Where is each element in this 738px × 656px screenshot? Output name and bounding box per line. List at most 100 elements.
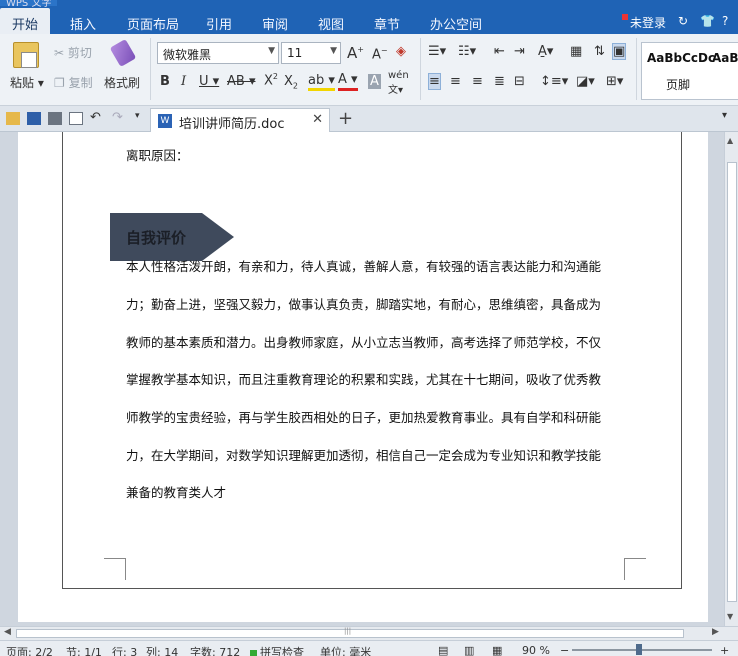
align-left-icon[interactable]: ≡ <box>428 73 441 90</box>
tab-home[interactable]: 开始 <box>0 8 51 34</box>
bullets-icon[interactable]: ☰▾ <box>428 44 446 59</box>
tab-view[interactable]: 视图 <box>318 14 344 33</box>
style-sample-footer[interactable]: AaBbCcDc <box>647 51 715 65</box>
sort-icon[interactable]: ⇅ <box>594 44 605 59</box>
vertical-scroll-thumb[interactable] <box>727 162 737 602</box>
login-status[interactable]: 未登录 <box>622 14 666 31</box>
font-color-icon[interactable]: A ▾ <box>338 72 358 91</box>
paste-button[interactable]: 粘贴 ▾ <box>10 74 44 91</box>
status-word-count[interactable]: 字数: 712 <box>190 644 240 656</box>
chevron-down-icon: ▼ <box>268 46 275 56</box>
zoom-in-icon[interactable]: + <box>720 644 729 656</box>
tab-insert[interactable]: 插入 <box>70 14 96 33</box>
clear-format-icon[interactable]: ◈ <box>396 44 406 59</box>
help-icon[interactable]: ? <box>722 14 728 28</box>
zoom-slider[interactable] <box>572 649 712 651</box>
strikethrough-icon[interactable]: AB ▾ <box>227 74 255 89</box>
font-size-select[interactable]: 11 ▼ <box>281 42 341 64</box>
new-tab-icon[interactable]: + <box>338 108 353 129</box>
format-painter-button[interactable]: 格式刷 <box>104 74 140 91</box>
bold-icon[interactable]: B <box>160 74 170 89</box>
app-title-badge[interactable]: WPS 文字 <box>0 0 58 9</box>
redo-icon[interactable]: ↷ <box>112 110 123 125</box>
format-painter-icon[interactable] <box>109 38 137 68</box>
line-spacing-icon[interactable]: ↕≡▾ <box>540 74 568 89</box>
scroll-right-icon[interactable]: ▶ <box>712 627 719 637</box>
zoom-slider-handle[interactable] <box>636 644 642 655</box>
shirt-icon[interactable]: 👕 <box>700 14 715 28</box>
table-icon[interactable]: ▦ <box>570 44 582 59</box>
paragraph-line: 兼备的教育类人才 <box>126 485 227 500</box>
status-bar: 页面: 2/2 节: 1/1 行: 3 列: 14 字数: 712 拼写检查 单… <box>0 640 738 656</box>
tab-review[interactable]: 审阅 <box>262 14 288 33</box>
status-page[interactable]: 页面: 2/2 <box>6 644 53 656</box>
underline-icon[interactable]: U ▾ <box>199 74 219 89</box>
horizontal-scrollbar[interactable]: ◀ ||| ▶ <box>0 626 738 640</box>
borders-icon[interactable]: ⊞▾ <box>606 74 623 89</box>
scroll-down-icon[interactable]: ▼ <box>727 612 733 621</box>
style-sample-next[interactable]: AaB <box>712 51 738 65</box>
distribute-icon[interactable]: ⊟ <box>514 74 525 89</box>
justify-icon[interactable]: ≣ <box>494 74 505 89</box>
shrink-font-icon[interactable]: A− <box>372 46 388 62</box>
ribbon: 粘贴 ▾ ✂ 剪切 ❐ 复制 格式刷 微软雅黑 ▼ 11 ▼ A+ A− ◈ B I… <box>0 34 738 106</box>
align-center-icon[interactable]: ≡ <box>450 74 461 89</box>
section-banner: 自我评价 <box>110 213 234 261</box>
tab-references[interactable]: 引用 <box>206 14 232 33</box>
read-view-icon[interactable]: ▥ <box>464 644 474 656</box>
vertical-scrollbar[interactable]: ▲ ▼ <box>724 132 738 626</box>
close-icon[interactable]: ✕ <box>312 112 323 127</box>
decrease-indent-icon[interactable]: ⇤ <box>494 44 505 59</box>
ribbon-separator <box>420 38 421 100</box>
grow-font-icon[interactable]: A+ <box>347 44 364 62</box>
status-column: 列: 14 <box>146 646 179 656</box>
print-icon[interactable] <box>48 112 62 125</box>
scroll-up-icon[interactable]: ▲ <box>727 136 733 145</box>
tab-office-space[interactable]: 办公空间 <box>430 14 482 33</box>
paragraph-line: 力，在大学期间，对数学知识理解更加透彻，相信自己一定会成为专业知识和教学技能 <box>126 448 602 463</box>
section-title: 自我评价 <box>126 229 187 247</box>
zoom-out-icon[interactable]: − <box>560 644 569 656</box>
show-marks-icon[interactable]: ▣ <box>612 43 627 60</box>
spell-check-icon <box>250 649 257 656</box>
cut-button[interactable]: ✂ 剪切 <box>54 44 92 61</box>
scroll-left-icon[interactable]: ◀ <box>4 627 11 637</box>
font-name-select[interactable]: 微软雅黑 ▼ <box>157 42 279 64</box>
tab-page-layout[interactable]: 页面布局 <box>127 14 179 33</box>
document-tab[interactable]: W 培训讲师简历.doc ✕ <box>150 108 330 132</box>
status-section: 节: 1/1 <box>66 646 102 656</box>
phonetic-guide-icon[interactable]: wén 文▾ <box>388 70 409 96</box>
document-workspace: 离职原因： 自我评价 本人性格活泼开朗，有亲和力，待人真诚，善解人意，有较强的语… <box>0 132 724 626</box>
menu-bar: WPS 文字 开始 插入 页面布局 引用 审阅 视图 章节 办公空间 未登录 ↻… <box>0 0 738 34</box>
print-preview-icon[interactable] <box>69 112 83 125</box>
outline-view-icon[interactable]: ▦ <box>492 644 502 656</box>
numbering-icon[interactable]: ☷▾ <box>458 44 476 59</box>
copy-button[interactable]: ❐ 复制 <box>54 74 93 91</box>
spell-check-toggle[interactable]: 拼写检查 <box>250 644 304 656</box>
align-right-icon[interactable]: ≡ <box>472 74 483 89</box>
paste-icon[interactable] <box>13 42 39 68</box>
tab-menu-icon[interactable]: ▾ <box>722 110 727 121</box>
zoom-value[interactable]: 90 % <box>522 644 550 656</box>
subscript-icon[interactable]: X2 <box>284 74 298 91</box>
italic-icon[interactable]: I <box>181 74 186 89</box>
tab-chapter[interactable]: 章节 <box>374 14 400 33</box>
styles-gallery[interactable]: AaBbCcDc AaB 页脚 <box>641 42 738 100</box>
refresh-icon[interactable]: ↻ <box>678 14 688 28</box>
shading-icon[interactable]: ◪▾ <box>576 74 595 89</box>
page-view-icon[interactable]: ▤ <box>438 644 448 656</box>
undo-icon[interactable]: ↶ <box>90 110 101 125</box>
word-doc-icon: W <box>158 114 172 128</box>
open-folder-icon[interactable] <box>6 112 20 125</box>
increase-indent-icon[interactable]: ⇥ <box>514 44 525 59</box>
text-direction-icon[interactable]: A̱▾ <box>538 44 553 59</box>
save-icon[interactable] <box>27 112 41 125</box>
page-border <box>62 132 682 589</box>
char-shading-icon[interactable]: A <box>368 74 381 89</box>
quick-access-dropdown-icon[interactable]: ▾ <box>135 111 140 121</box>
document-page[interactable]: 离职原因： 自我评价 本人性格活泼开朗，有亲和力，待人真诚，善解人意，有较强的语… <box>18 132 708 622</box>
highlight-icon[interactable]: ab ▾ <box>308 74 335 91</box>
margin-corner-mark <box>624 558 646 580</box>
superscript-icon[interactable]: X2 <box>264 72 278 88</box>
status-unit[interactable]: 单位: 毫米 <box>320 644 371 656</box>
